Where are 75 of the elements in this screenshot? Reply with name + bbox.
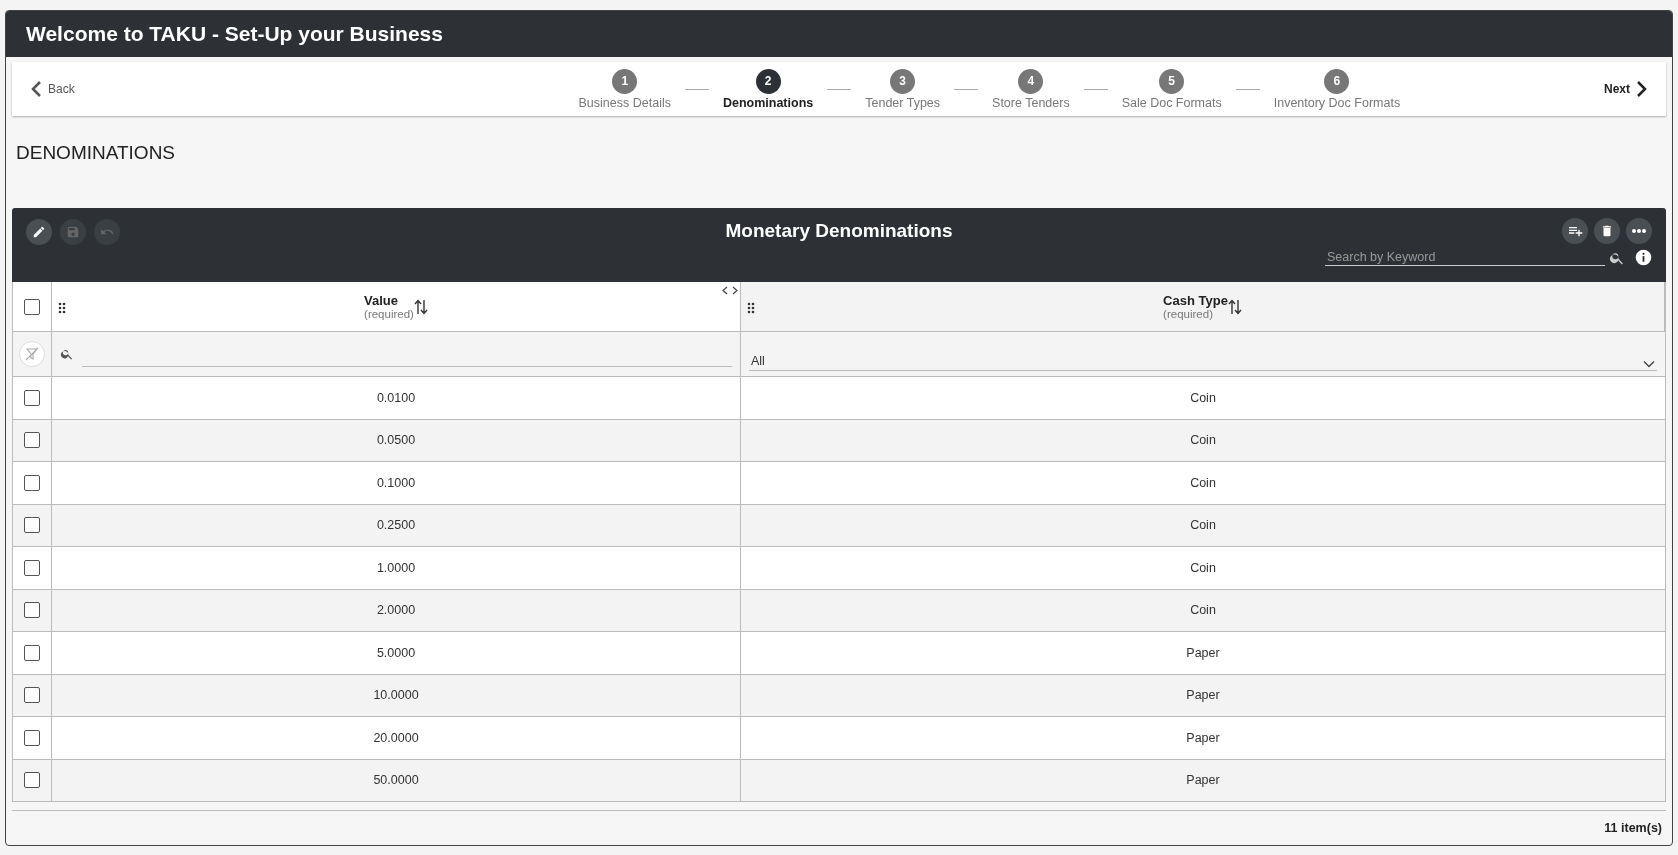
column-header[interactable]: Cash Type (required) [741,282,1665,332]
table-cell: Paper [1186,730,1220,745]
pencil-icon [32,225,46,239]
table-cell: 0.0500 [376,433,416,448]
info-icon[interactable] [1635,249,1652,266]
back-button[interactable]: Back [24,79,81,99]
table-cell: 50.0000 [373,773,419,788]
table-cell: 0.1000 [376,475,416,490]
drag-handle-icon[interactable] [747,302,755,314]
table-cell: 1.0000 [376,560,416,575]
sort-icon[interactable] [1227,298,1242,315]
filter-off-icon [25,347,39,361]
chevron-right-icon [1636,80,1648,98]
table-cell: 5.0000 [376,645,416,660]
table-cell: Paper [1186,773,1220,788]
table-cell: Paper [1186,688,1220,703]
table-cell: 10.0000 [373,688,419,703]
row-checkbox[interactable] [24,729,40,746]
step-number-badge: 1 [612,68,638,94]
column-note: (required) [1163,308,1213,320]
step-tab[interactable]: 6 Inventory Doc Formats [1269,68,1405,110]
section-title: DENOMINATIONS [15,141,177,165]
table-cell: Coin [1190,518,1216,533]
more-button[interactable] [1626,218,1652,244]
step-number-badge: 6 [1324,68,1350,94]
drag-handle-icon[interactable] [58,302,66,314]
item-count: 11 item(s) [1604,821,1662,835]
edit-button[interactable] [26,219,52,245]
table-cell: Paper [1186,645,1220,660]
next-button[interactable]: Next [1598,79,1654,99]
column-note: (required) [364,308,414,320]
step-number-badge: 5 [1159,68,1185,94]
row-checkbox[interactable] [24,389,40,406]
table-cell: Coin [1190,475,1216,490]
step-number-badge: 2 [755,68,781,94]
chevron-down-icon [1643,359,1655,368]
column-header[interactable]: Value (required) [52,282,741,332]
row-checkbox[interactable] [24,559,40,576]
select-all-checkbox[interactable] [24,298,40,315]
table-cell: 20.0000 [373,730,419,745]
window-title: Welcome to TAKU - Set-Up your Business [26,22,443,46]
step-tab[interactable]: 2 Denominations [718,68,818,110]
row-checkbox[interactable] [24,772,40,789]
table-cell: Coin [1190,433,1216,448]
trash-icon [1600,223,1614,239]
add-row-button[interactable] [1562,218,1588,244]
delete-button[interactable] [1594,218,1620,244]
step-number-badge: 4 [1018,68,1044,94]
row-checkbox[interactable] [24,474,40,491]
step-tab[interactable]: 5 Sale Doc Formats [1117,68,1226,110]
step-tab[interactable]: 3 Tender Types [861,68,945,110]
table-cell: 2.0000 [376,603,416,618]
row-checkbox[interactable] [24,432,40,449]
chevron-left-icon [30,80,42,98]
column-title: Cash Type [1163,293,1228,308]
row-checkbox[interactable] [24,687,40,704]
resize-icon[interactable] [722,286,738,295]
row-checkbox[interactable] [24,602,40,619]
table-cell: Coin [1190,603,1216,618]
step-number-badge: 3 [890,68,916,94]
column-title: Value [364,293,399,308]
table-cell: Coin [1190,390,1216,405]
step-tab[interactable]: 1 Business Details [574,68,675,110]
sort-icon[interactable] [413,298,428,315]
table-cell: 0.0100 [376,390,416,405]
table-cell: Coin [1190,560,1216,575]
table-title: Monetary Denominations [725,219,953,243]
table-cell: 0.2500 [376,518,416,533]
save-icon [66,225,80,239]
row-checkbox[interactable] [24,517,40,534]
search-field[interactable]: Search by Keyword [1325,249,1605,266]
step-tab[interactable]: 4 Store Tenders [988,68,1074,110]
row-checkbox[interactable] [24,644,40,661]
more-icon [1631,228,1647,234]
search-icon [60,347,74,361]
